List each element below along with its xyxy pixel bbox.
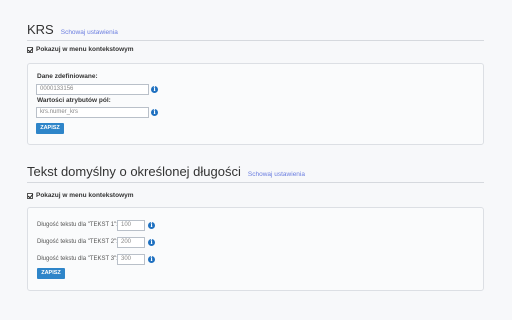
krs-context-menu-checkbox-row[interactable]: Pokazuj w menu kontekstowym	[27, 46, 134, 53]
krs-hide-settings-link[interactable]: Schowaj ustawienia	[61, 29, 118, 36]
text2-length-label: Długość tekstu dla "TEKST 2":	[37, 239, 118, 245]
checkbox-checked-icon[interactable]	[27, 192, 33, 199]
krs-section-header: KRS Schowaj ustawienia	[27, 22, 484, 41]
text-default-save-button[interactable]: ZAPISZ	[37, 268, 65, 279]
text-default-settings-panel: Długość tekstu dla "TEKST 1": 100 i Dług…	[27, 207, 484, 291]
info-icon[interactable]: i	[151, 86, 158, 93]
attr-values-input[interactable]: krs.numer_krs	[36, 107, 149, 118]
text1-length-input[interactable]: 100	[117, 220, 145, 231]
text-default-context-menu-checkbox-row[interactable]: Pokazuj w menu kontekstowym	[27, 192, 134, 199]
defined-data-label: Dane zdefiniowane:	[37, 73, 98, 80]
text-default-section-title: Tekst domyślny o określonej długości	[27, 164, 241, 179]
text1-length-label: Długość tekstu dla "TEKST 1":	[37, 222, 118, 228]
text2-length-input[interactable]: 200	[117, 237, 145, 248]
text-default-section-header: Tekst domyślny o określonej długości Sch…	[27, 164, 484, 183]
krs-context-menu-checkbox-label: Pokazuj w menu kontekstowym	[36, 46, 134, 53]
info-icon[interactable]: i	[151, 109, 158, 116]
text-default-context-menu-checkbox-label: Pokazuj w menu kontekstowym	[36, 192, 134, 199]
text3-length-label: Długość tekstu dla "TEKST 3":	[37, 256, 118, 262]
attr-values-label: Wartości atrybutów pól:	[37, 97, 111, 104]
defined-data-input[interactable]: 0000133156	[36, 84, 149, 95]
krs-save-button[interactable]: ZAPISZ	[36, 123, 64, 134]
info-icon[interactable]: i	[148, 239, 155, 246]
info-icon[interactable]: i	[148, 256, 155, 263]
krs-section-title: KRS	[27, 22, 54, 37]
checkbox-checked-icon[interactable]	[27, 46, 33, 53]
text-default-hide-settings-link[interactable]: Schowaj ustawienia	[248, 171, 305, 178]
krs-settings-panel: Dane zdefiniowane: 0000133156 i Wartości…	[27, 63, 484, 145]
info-icon[interactable]: i	[148, 222, 155, 229]
text3-length-input[interactable]: 300	[117, 254, 145, 265]
